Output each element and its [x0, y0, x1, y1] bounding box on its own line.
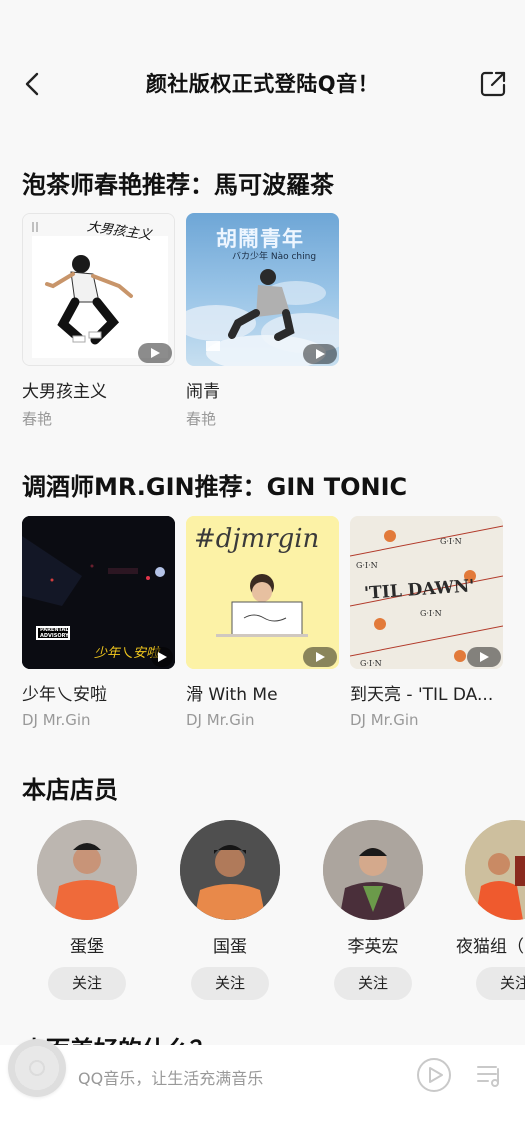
share-button[interactable]	[479, 70, 507, 98]
album-artist: DJ Mr.Gin	[22, 711, 91, 729]
avatar[interactable]	[180, 820, 280, 920]
play-circle-icon	[417, 1058, 451, 1092]
album-name: 大男孩主义	[22, 382, 107, 402]
album-artist: DJ Mr.Gin	[350, 711, 419, 729]
svg-text:G·I·N: G·I·N	[360, 659, 382, 668]
disc-icon[interactable]	[8, 1039, 66, 1097]
album-name: 滑 With Me	[186, 685, 278, 705]
album-card[interactable]: #djmrgin 滑 With Me DJ Mr.Gin	[186, 516, 339, 729]
album-name: 闹青	[186, 382, 220, 402]
page: 颜社版权正式登陆Q音！ 泡茶师春艳推荐：馬可波羅茶 大男孩主义 大男孩主义 春艳…	[0, 0, 525, 1136]
staff-name: 李英宏	[347, 937, 399, 957]
play-icon	[151, 348, 160, 358]
player-text: QQ音乐，让生活充满音乐	[78, 1069, 264, 1088]
album-artist: 春艳	[22, 410, 53, 428]
section-title-gin: 调酒师MR.GIN推荐：GIN TONIC	[22, 473, 408, 501]
avatar[interactable]	[323, 820, 423, 920]
page-title: 颜社版权正式登陆Q音！	[145, 72, 380, 96]
cover-subtext: バカ少年 Nào ching	[232, 252, 317, 262]
album-card[interactable]: PARENTAL ADVISORY 少年乀安啦 少年乀安啦 DJ Mr.Gin	[22, 516, 175, 729]
staff-member[interactable]: 国蛋 关注	[175, 820, 285, 1000]
staff-name: 夜猫组（	[456, 937, 524, 957]
album-name: 到天亮 - 'TIL DA...	[350, 685, 494, 705]
staff-member[interactable]: 蛋堡 关注	[32, 820, 142, 1000]
cover-text: 少年乀安啦	[94, 646, 160, 661]
album-card[interactable]: G·I·N G·I·N G·I·N G·I·N 'TIL DAWN' 到天亮 -…	[350, 516, 503, 729]
follow-button[interactable]: 关注	[334, 967, 412, 1000]
mini-player[interactable]: QQ音乐，让生活充满音乐	[0, 1039, 525, 1136]
avatar[interactable]	[465, 820, 525, 920]
play-badge[interactable]	[303, 647, 337, 667]
album-cover[interactable]: #djmrgin	[186, 516, 339, 669]
play-icon	[316, 652, 325, 662]
cover-text: #djmrgin	[194, 524, 320, 554]
play-button[interactable]	[416, 1057, 452, 1093]
svg-text:G·I·N: G·I·N	[356, 561, 378, 570]
svg-text:G·I·N: G·I·N	[440, 537, 462, 546]
staff-name: 国蛋	[213, 937, 247, 957]
play-badge[interactable]	[303, 344, 337, 364]
top-bar: 颜社版权正式登陆Q音！	[0, 0, 525, 123]
staff-member[interactable]: 夜猫组（ 关注	[456, 820, 525, 1000]
playlist-icon	[477, 1066, 499, 1087]
play-badge[interactable]	[138, 343, 172, 363]
playlist-button[interactable]	[474, 1059, 506, 1091]
album-artist: DJ Mr.Gin	[186, 711, 255, 729]
staff-member[interactable]: 李英宏 关注	[318, 820, 428, 1000]
album-cover[interactable]: 大男孩主义	[22, 213, 175, 366]
album-name: 少年乀安啦	[22, 685, 107, 705]
play-icon	[316, 349, 325, 359]
share-icon	[480, 71, 506, 97]
play-icon	[480, 652, 489, 662]
album-card[interactable]: 大男孩主义 大男孩主义 春艳	[22, 213, 175, 429]
album-cover[interactable]: 胡鬧青年 バカ少年 Nào ching	[186, 213, 339, 366]
section-title-staff: 本店店员	[22, 776, 118, 804]
follow-button[interactable]: 关注	[48, 967, 126, 1000]
section-title-tea: 泡茶师春艳推荐：馬可波羅茶	[22, 171, 334, 199]
play-badge[interactable]	[467, 647, 501, 667]
staff-name: 蛋堡	[70, 937, 104, 957]
album-card[interactable]: 胡鬧青年 バカ少年 Nào ching 闹青 春艳	[186, 213, 339, 429]
album-cover[interactable]: PARENTAL ADVISORY 少年乀安啦	[22, 516, 175, 669]
avatar[interactable]	[37, 820, 137, 920]
album-cover[interactable]: G·I·N G·I·N G·I·N G·I·N 'TIL DAWN'	[350, 516, 503, 669]
album-artist: 春艳	[186, 410, 217, 428]
advisory-label: PARENTAL ADVISORY	[40, 627, 69, 639]
play-badge[interactable]	[151, 647, 173, 667]
play-icon	[158, 652, 167, 662]
follow-button[interactable]: 关注	[191, 967, 269, 1000]
svg-text:G·I·N: G·I·N	[420, 609, 442, 618]
follow-button[interactable]: 关注	[476, 967, 525, 1000]
